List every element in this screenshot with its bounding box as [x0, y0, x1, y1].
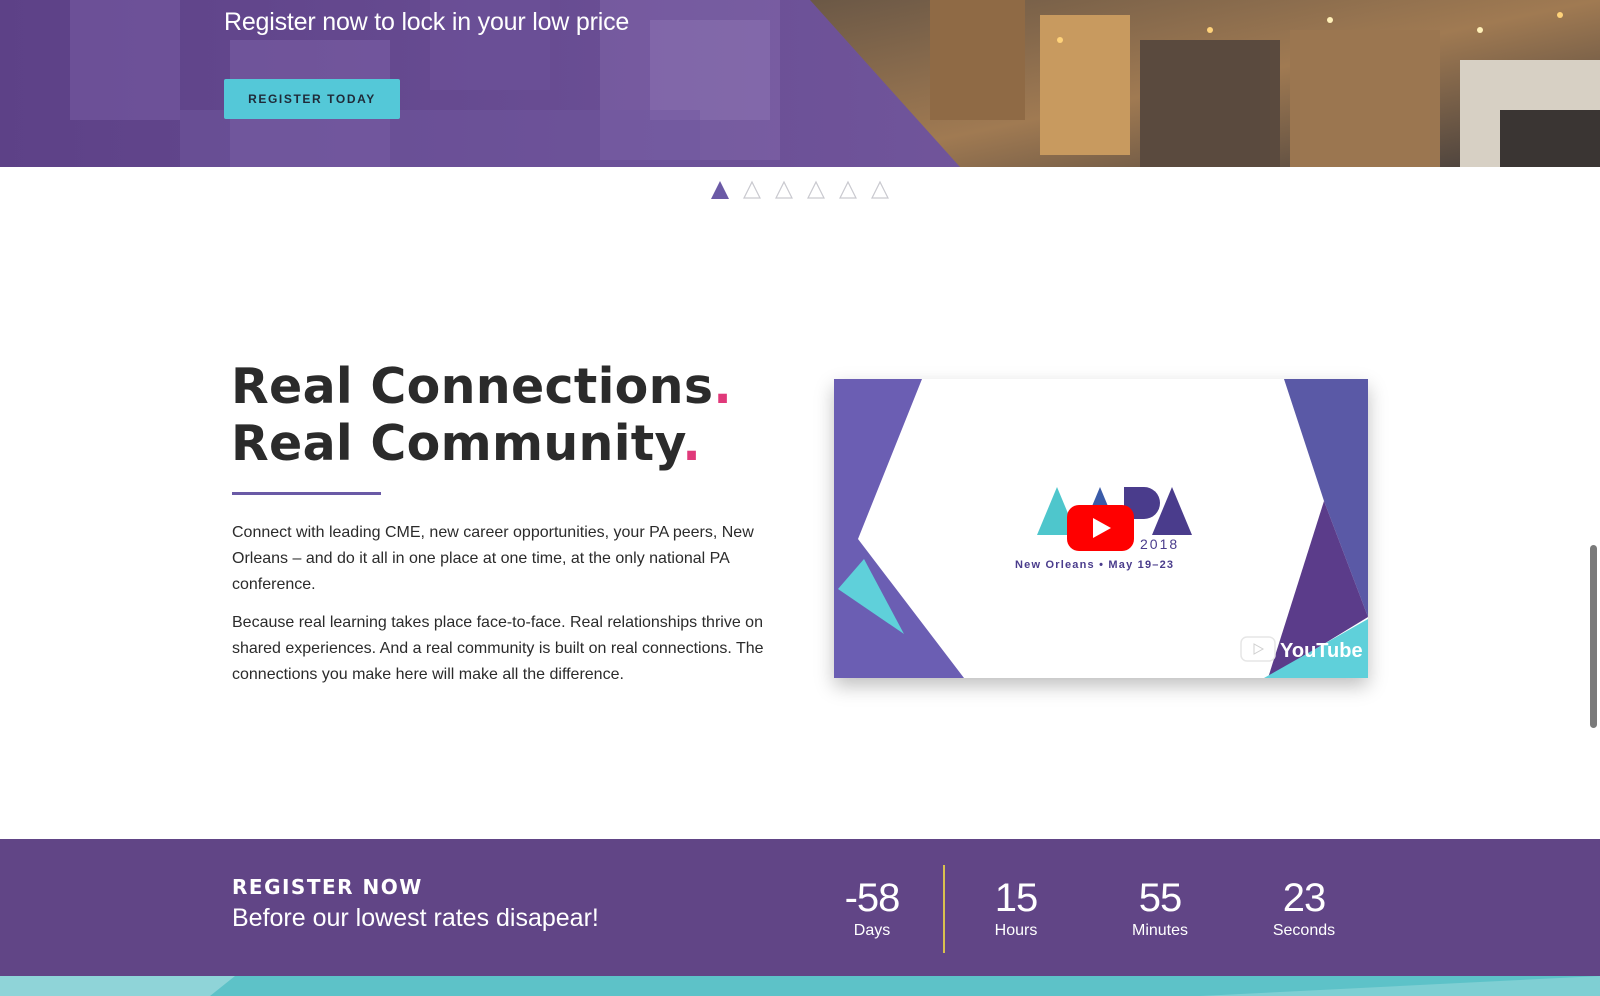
footer-accent-strip: [0, 976, 1600, 996]
days-value: -58: [844, 876, 901, 920]
headline-line-1: Real Connections: [231, 358, 714, 415]
slider-pagination: [710, 180, 890, 200]
minutes-value: 55: [1138, 876, 1183, 920]
slide-indicator-4[interactable]: [806, 180, 826, 200]
intro-paragraph-2: Because real learning takes place face-t…: [232, 614, 764, 683]
seconds-value: 23: [1282, 876, 1327, 920]
slide-indicator-1[interactable]: [710, 180, 730, 200]
seconds-label: Seconds: [1272, 922, 1336, 939]
minutes-label: Minutes: [1131, 922, 1189, 939]
slide-indicator-6[interactable]: [870, 180, 890, 200]
hours-label: Hours: [994, 922, 1038, 939]
register-now-title: REGISTER NOW: [232, 875, 423, 899]
logo-year: 2018: [1140, 536, 1179, 552]
slide-indicator-2[interactable]: [742, 180, 762, 200]
countdown-days: -58 Days: [817, 875, 927, 941]
page-scrollbar[interactable]: [1590, 545, 1597, 728]
video-embed[interactable]: 2018 New Orleans • May 19–23 YouTube: [834, 379, 1368, 678]
register-today-button[interactable]: REGISTER TODAY: [224, 79, 400, 119]
headline-dot-1: .: [713, 358, 733, 415]
hero-subtitle: Register now to lock in your low price: [224, 8, 630, 36]
youtube-logo-icon[interactable]: YouTube: [1240, 636, 1363, 662]
days-label: Days: [853, 922, 891, 939]
countdown-seconds: 23 Seconds: [1249, 875, 1359, 941]
intro-paragraph-1: Connect with leading CME, new career opp…: [232, 524, 754, 593]
hours-value: 15: [994, 876, 1039, 920]
youtube-play-icon[interactable]: [1067, 505, 1134, 551]
countdown-divider: [943, 865, 945, 953]
headline-line-2: Real Community: [231, 415, 683, 472]
hero-banner: Register now to lock in your low price R…: [0, 0, 1600, 167]
slide-indicator-3[interactable]: [774, 180, 794, 200]
countdown-minutes: 55 Minutes: [1105, 875, 1215, 941]
logo-tagline: New Orleans • May 19–23: [1015, 559, 1174, 571]
register-subtitle: Before our lowest rates disapear!: [232, 904, 599, 932]
youtube-wordmark: YouTube: [1280, 640, 1363, 662]
register-countdown-band: REGISTER NOW Before our lowest rates dis…: [0, 839, 1600, 976]
countdown-hours: 15 Hours: [961, 875, 1071, 941]
slide-indicator-5[interactable]: [838, 180, 858, 200]
video-thumbnail: 2018 New Orleans • May 19–23 YouTube: [834, 379, 1368, 678]
section-headline: Real Connections. Real Community.: [231, 358, 732, 472]
headline-dot-2: .: [682, 415, 702, 472]
headline-divider: [232, 492, 381, 495]
